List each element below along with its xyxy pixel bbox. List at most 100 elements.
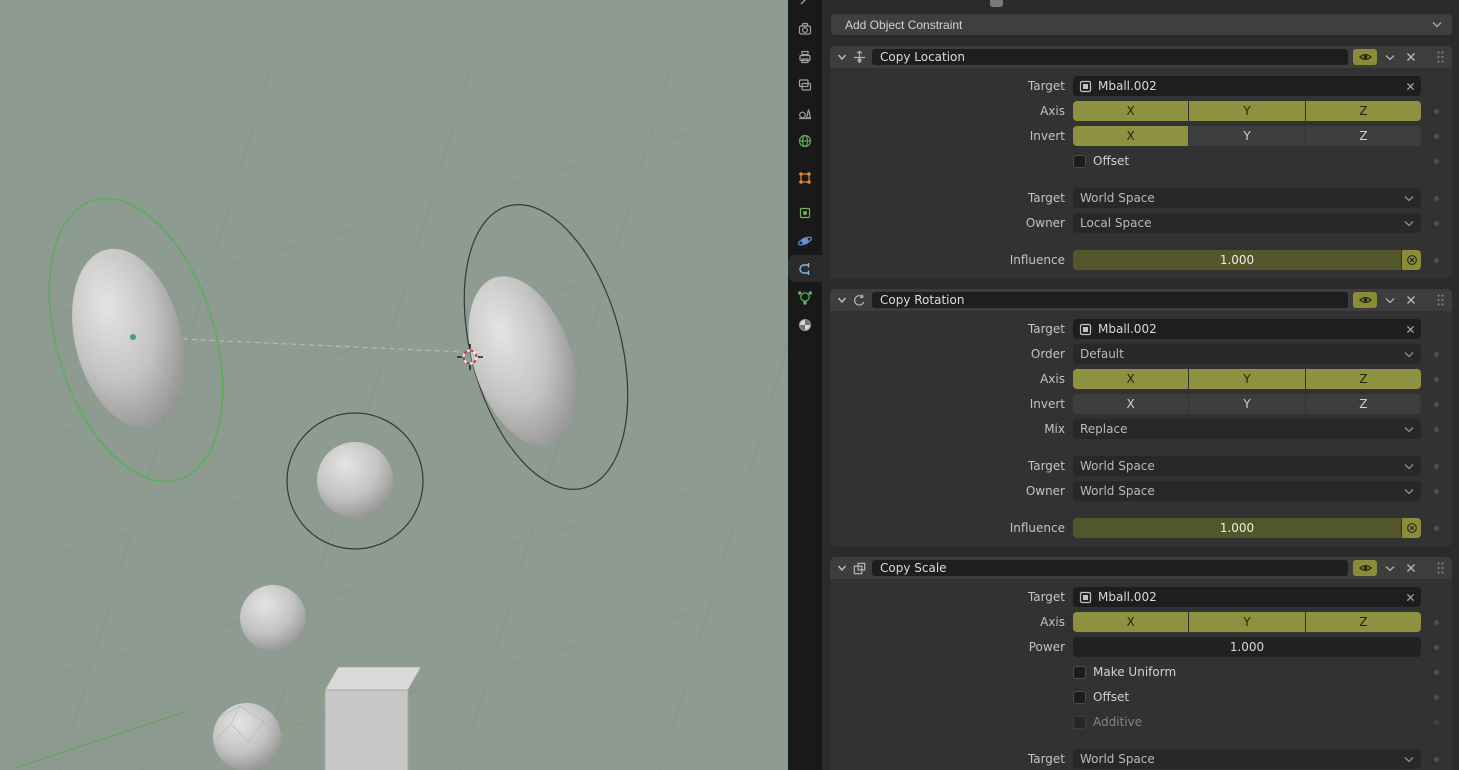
axis-x-toggle[interactable]: X bbox=[1073, 369, 1189, 389]
target-space-value: World Space bbox=[1080, 752, 1155, 766]
target-space-dropdown[interactable]: World Space bbox=[1073, 188, 1421, 208]
expand-chevron-icon[interactable] bbox=[837, 563, 847, 573]
target-object-field[interactable]: Mball.002 bbox=[1073, 587, 1421, 607]
axis-z-toggle[interactable]: Z bbox=[1305, 612, 1421, 632]
invert-z-toggle[interactable]: Z bbox=[1305, 126, 1421, 146]
influence-slider[interactable]: 1.000 bbox=[1073, 518, 1401, 538]
constraint-name-field[interactable]: Copy Scale bbox=[872, 560, 1348, 576]
decorator-dot[interactable] bbox=[1434, 694, 1439, 700]
drag-handle[interactable] bbox=[1436, 561, 1445, 575]
delete-constraint-button[interactable] bbox=[1403, 560, 1419, 576]
owner-space-dropdown[interactable]: Local Space bbox=[1073, 213, 1421, 233]
tab-object-data[interactable] bbox=[788, 283, 822, 310]
tab-object[interactable] bbox=[788, 164, 822, 191]
tab-physics[interactable] bbox=[788, 227, 822, 254]
axis-y-toggle[interactable]: Y bbox=[1189, 369, 1305, 389]
add-object-constraint-button[interactable]: Add Object Constraint bbox=[831, 14, 1452, 35]
decorator-dot[interactable] bbox=[1434, 525, 1439, 531]
tab-modifiers[interactable] bbox=[788, 199, 822, 226]
cube-bottom[interactable] bbox=[324, 666, 422, 770]
invert-y-toggle[interactable]: Y bbox=[1189, 126, 1305, 146]
delete-constraint-button[interactable] bbox=[1403, 292, 1419, 308]
icosphere-bottom[interactable] bbox=[213, 703, 281, 770]
axis-x-toggle[interactable]: X bbox=[1073, 612, 1189, 632]
copy-scale-header[interactable]: Copy Scale bbox=[830, 557, 1452, 579]
decorator-dot[interactable] bbox=[1434, 463, 1439, 469]
tab-object-constraints[interactable] bbox=[788, 255, 822, 282]
extras-chevron-button[interactable] bbox=[1382, 560, 1398, 576]
make-uniform-checkbox-group[interactable]: Make Uniform bbox=[1073, 665, 1176, 679]
clear-target-button[interactable] bbox=[1406, 82, 1415, 91]
tab-tool[interactable] bbox=[788, 0, 822, 13]
sphere-lower[interactable] bbox=[240, 585, 306, 651]
decorator-dot[interactable] bbox=[1434, 257, 1439, 263]
invert-z-toggle[interactable]: Z bbox=[1305, 394, 1421, 414]
decorator-dot[interactable] bbox=[1434, 488, 1439, 494]
invert-x-toggle[interactable]: X bbox=[1073, 394, 1189, 414]
offset-checkbox[interactable] bbox=[1073, 690, 1086, 704]
enable-constraint-eye-toggle[interactable] bbox=[1353, 49, 1377, 65]
clear-target-button[interactable] bbox=[1406, 593, 1415, 602]
decorator-dot[interactable] bbox=[1434, 426, 1439, 432]
make-uniform-checkbox[interactable] bbox=[1073, 665, 1086, 679]
decorator-dot[interactable] bbox=[1434, 376, 1439, 382]
constraint-name-field[interactable]: Copy Location bbox=[872, 49, 1348, 65]
enable-constraint-eye-toggle[interactable] bbox=[1353, 292, 1377, 308]
target-object-field[interactable]: Mball.002 bbox=[1073, 319, 1421, 339]
invert-x-toggle[interactable]: X bbox=[1073, 126, 1189, 146]
copy-location-header[interactable]: Copy Location bbox=[830, 46, 1452, 68]
offset-checkbox[interactable] bbox=[1073, 154, 1086, 168]
decorator-dot[interactable] bbox=[1434, 351, 1439, 357]
target-space-dropdown[interactable]: World Space bbox=[1073, 456, 1421, 476]
tab-scene[interactable] bbox=[788, 99, 822, 126]
decorator-dot[interactable] bbox=[1434, 401, 1439, 407]
power-value-field[interactable]: 1.000 bbox=[1073, 637, 1421, 657]
target-object-field[interactable]: Mball.002 bbox=[1073, 76, 1421, 96]
tab-render[interactable] bbox=[788, 15, 822, 42]
clear-target-button[interactable] bbox=[1406, 325, 1415, 334]
drag-handle[interactable] bbox=[1436, 293, 1445, 307]
decorator-dot[interactable] bbox=[1434, 669, 1439, 675]
tab-world[interactable] bbox=[788, 127, 822, 154]
expand-chevron-icon[interactable] bbox=[837, 295, 847, 305]
tab-view-layer[interactable] bbox=[788, 71, 822, 98]
tab-output[interactable] bbox=[788, 43, 822, 70]
delete-constraint-button[interactable] bbox=[1403, 49, 1419, 65]
decorator-dot[interactable] bbox=[1434, 195, 1439, 201]
drag-handle[interactable] bbox=[1436, 50, 1445, 64]
decorator-dot[interactable] bbox=[1434, 133, 1439, 139]
target-space-dropdown[interactable]: World Space bbox=[1073, 749, 1421, 769]
copy-rotation-header[interactable]: Copy Rotation bbox=[830, 289, 1452, 311]
decorator-dot[interactable] bbox=[1434, 644, 1439, 650]
invert-y-toggle[interactable]: Y bbox=[1189, 394, 1305, 414]
owner-space-dropdown[interactable]: World Space bbox=[1073, 481, 1421, 501]
axis-y-toggle[interactable]: Y bbox=[1189, 612, 1305, 632]
clear-driver-button[interactable] bbox=[1402, 250, 1421, 270]
decorator-dot[interactable] bbox=[1434, 619, 1439, 625]
offset-checkbox-group[interactable]: Offset bbox=[1073, 690, 1129, 704]
tab-material[interactable] bbox=[788, 311, 822, 338]
enable-constraint-eye-toggle[interactable] bbox=[1353, 560, 1377, 576]
extras-chevron-button[interactable] bbox=[1382, 49, 1398, 65]
clear-driver-button[interactable] bbox=[1402, 518, 1421, 538]
modifiers-icon bbox=[799, 207, 811, 218]
viewport-canvas[interactable] bbox=[0, 0, 789, 770]
metaball-small-center[interactable] bbox=[317, 442, 393, 518]
extras-chevron-button[interactable] bbox=[1382, 292, 1398, 308]
3d-viewport[interactable] bbox=[0, 0, 789, 770]
invert-row: Invert X Y Z bbox=[830, 394, 1452, 414]
offset-checkbox-group[interactable]: Offset bbox=[1073, 154, 1129, 168]
decorator-dot[interactable] bbox=[1434, 756, 1439, 762]
decorator-dot[interactable] bbox=[1434, 108, 1439, 114]
influence-slider[interactable]: 1.000 bbox=[1073, 250, 1401, 270]
decorator-dot[interactable] bbox=[1434, 158, 1439, 164]
decorator-dot[interactable] bbox=[1434, 220, 1439, 226]
axis-z-toggle[interactable]: Z bbox=[1305, 369, 1421, 389]
expand-chevron-icon[interactable] bbox=[837, 52, 847, 62]
mix-dropdown[interactable]: Replace bbox=[1073, 419, 1421, 439]
order-dropdown[interactable]: Default bbox=[1073, 344, 1421, 364]
axis-z-toggle[interactable]: Z bbox=[1305, 101, 1421, 121]
axis-x-toggle[interactable]: X bbox=[1073, 101, 1189, 121]
axis-y-toggle[interactable]: Y bbox=[1189, 101, 1305, 121]
constraint-name-field[interactable]: Copy Rotation bbox=[872, 292, 1348, 308]
